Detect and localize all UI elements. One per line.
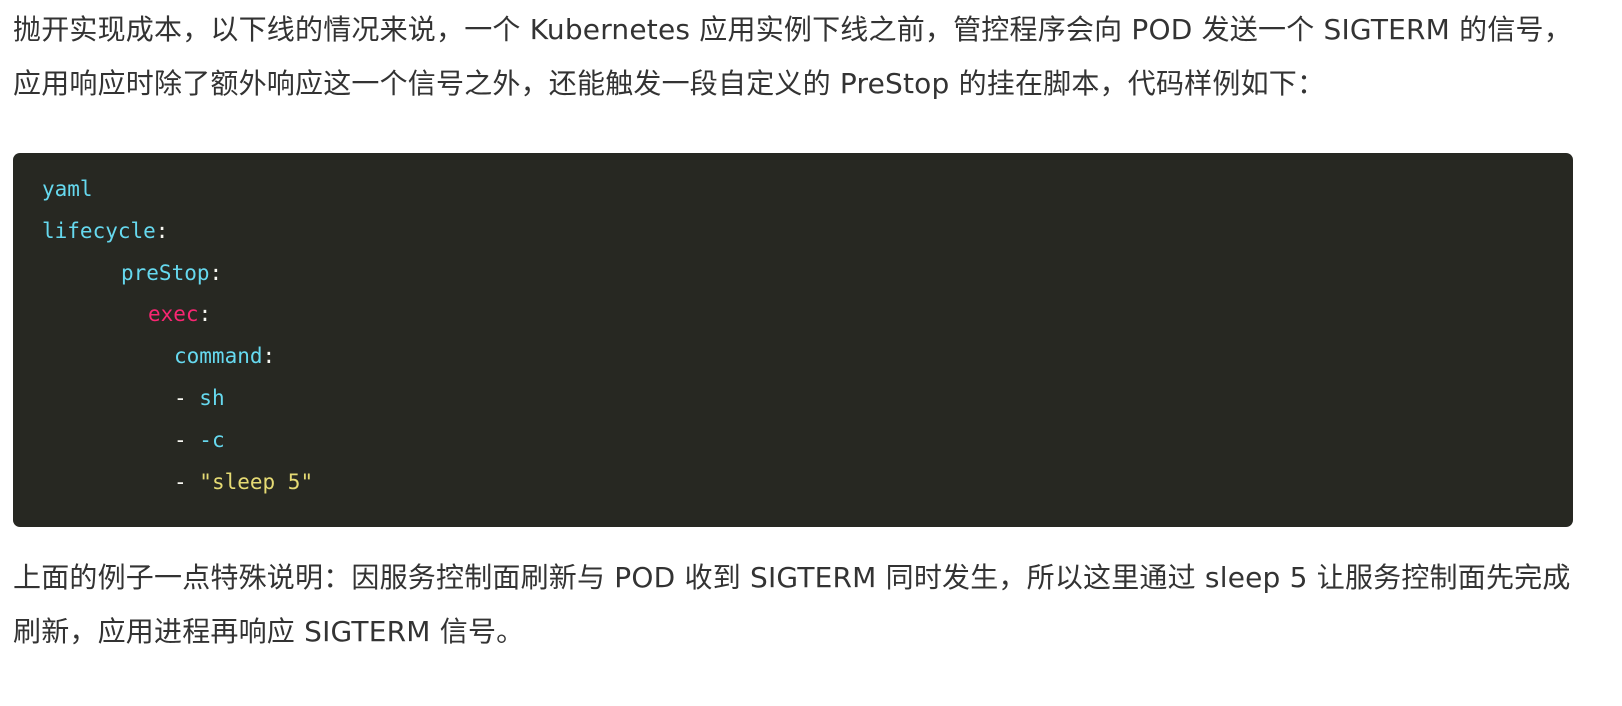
code-colon: : bbox=[209, 260, 223, 285]
code-line-exec: exec: bbox=[42, 294, 1544, 336]
intro-paragraph: 抛开实现成本，以下线的情况来说，一个 Kubernetes 应用实例下线之前，管… bbox=[13, 13, 1572, 100]
code-line-c: - -c bbox=[42, 420, 1544, 462]
code-key-lifecycle: lifecycle bbox=[42, 218, 156, 243]
code-dash: - bbox=[174, 427, 200, 452]
code-language: yaml bbox=[42, 177, 93, 201]
code-line-sh: - sh bbox=[42, 378, 1544, 420]
code-line-sleep: - "sleep 5" bbox=[42, 462, 1544, 504]
code-colon: : bbox=[198, 302, 212, 327]
code-line-lifecycle: lifecycle: bbox=[42, 211, 1544, 253]
code-key-prestop: preStop bbox=[121, 260, 210, 285]
code-key-exec: exec bbox=[148, 302, 199, 327]
code-colon: : bbox=[262, 344, 276, 369]
code-value-c: -c bbox=[199, 427, 225, 452]
code-colon: : bbox=[155, 218, 169, 243]
note-paragraph: 上面的例子一点特殊说明：因服务控制面刷新与 POD 收到 SIGTERM 同时发… bbox=[13, 561, 1571, 648]
code-line-command: command: bbox=[42, 336, 1544, 378]
code-value-sleep: "sleep 5" bbox=[199, 469, 314, 494]
code-block[interactable]: yaml lifecycle: preStop: exec: command: … bbox=[13, 153, 1573, 527]
code-value-sh: sh bbox=[199, 385, 225, 410]
page-scrollbar[interactable] bbox=[1602, 0, 1622, 706]
code-key-command: command bbox=[174, 344, 263, 369]
code-dash: - bbox=[174, 469, 200, 494]
code-line-prestop: preStop: bbox=[42, 253, 1544, 295]
code-dash: - bbox=[174, 385, 200, 410]
code-language-label: yaml bbox=[42, 169, 1544, 211]
